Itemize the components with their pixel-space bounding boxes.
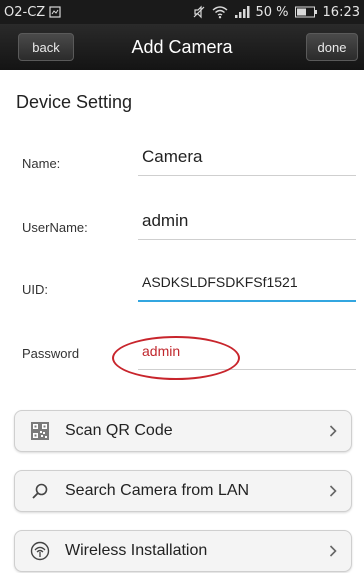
battery-percent: 50 % — [255, 4, 289, 20]
name-label: Name: — [22, 156, 61, 171]
wireless-installation-label: Wireless Installation — [65, 542, 208, 559]
username-input[interactable] — [138, 206, 356, 240]
back-button[interactable]: back — [18, 33, 74, 61]
uid-row: UID: — [0, 266, 364, 306]
password-input[interactable] — [138, 336, 356, 370]
section-title: Device Setting — [16, 92, 133, 112]
screenshot-icon — [49, 6, 61, 18]
password-row: Password — [0, 336, 364, 376]
uid-input[interactable] — [138, 268, 356, 302]
name-row: Name: — [0, 142, 364, 182]
chevron-right-icon — [329, 545, 337, 557]
password-label: Password — [22, 346, 80, 361]
wifi-icon — [29, 540, 51, 562]
search-camera-lan-button[interactable]: Search Camera from LAN — [14, 470, 352, 512]
wifi-signal-icon — [212, 5, 228, 19]
carrier-name: O2-CZ — [4, 4, 46, 20]
done-button[interactable]: done — [306, 33, 358, 61]
cell-signal-icon — [234, 5, 250, 19]
username-row: UserName: — [0, 206, 364, 246]
page-title: Add Camera — [131, 36, 233, 57]
search-icon — [29, 480, 51, 502]
status-bar: O2-CZ 50 % 16:23 — [0, 0, 364, 24]
qr-code-icon — [29, 420, 51, 442]
wireless-installation-button[interactable]: Wireless Installation — [14, 530, 352, 572]
scan-qr-code-label: Scan QR Code — [65, 422, 173, 439]
title-bar: back Add Camera done — [0, 24, 364, 70]
uid-label: UID: — [22, 282, 48, 297]
username-label: UserName: — [22, 220, 88, 235]
clock: 16:23 — [322, 4, 360, 20]
search-camera-lan-label: Search Camera from LAN — [65, 482, 250, 499]
mute-icon — [192, 5, 206, 19]
scan-qr-code-button[interactable]: Scan QR Code — [14, 410, 352, 452]
name-input[interactable] — [138, 142, 356, 176]
chevron-right-icon — [329, 485, 337, 497]
battery-icon — [294, 6, 317, 18]
chevron-right-icon — [329, 425, 337, 437]
